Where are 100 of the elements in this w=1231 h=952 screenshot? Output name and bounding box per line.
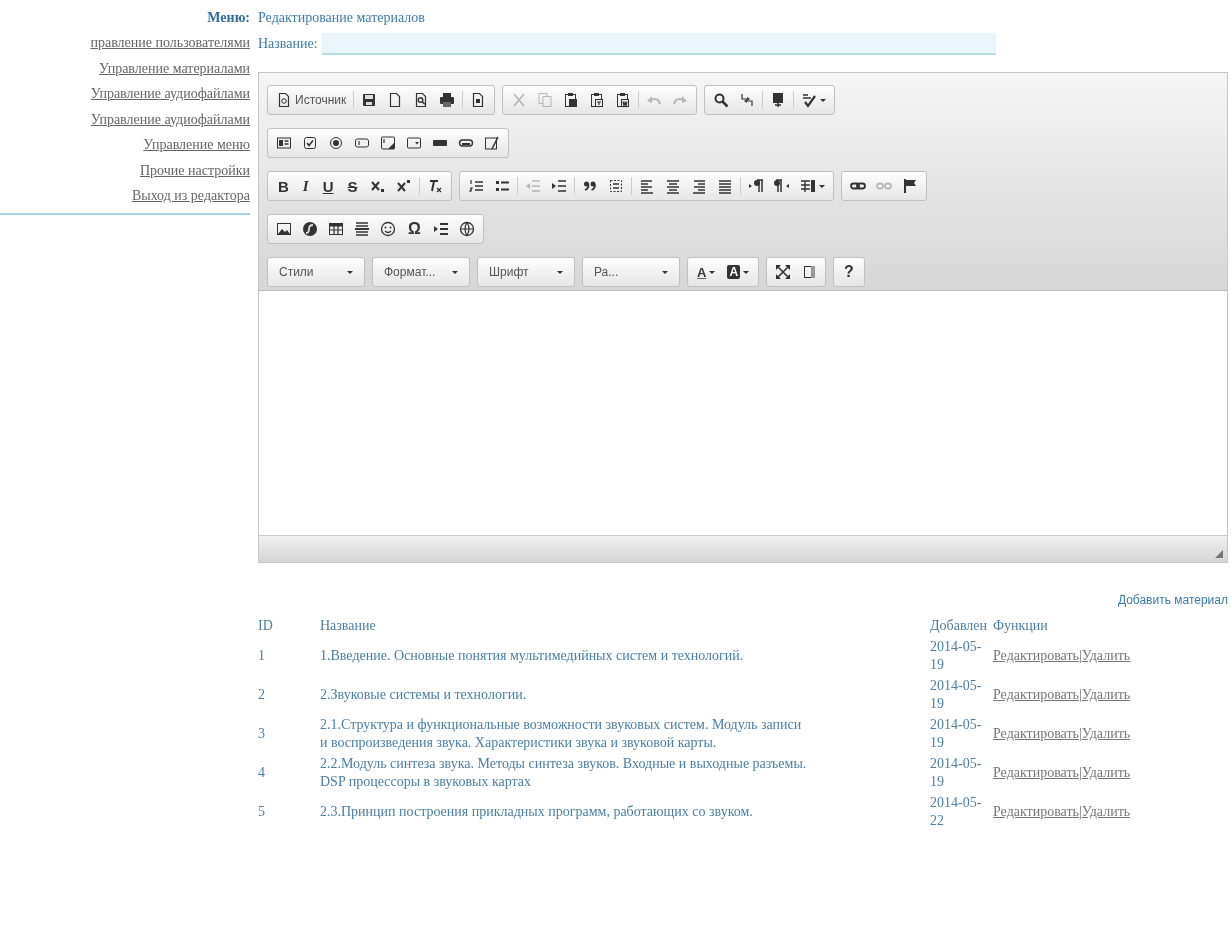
edit-link[interactable]: Редактировать [993,764,1079,782]
caret-icon [662,270,668,274]
text-color-button[interactable]: A [691,261,722,283]
align-center-icon [664,178,681,194]
delete-link[interactable]: Удалить [1081,803,1131,821]
expand-arrows-icon [775,264,792,280]
column-header: ID [258,617,274,635]
caret-icon [743,270,750,274]
bulleted-list-icon [493,178,510,194]
table-cell-text: 4 [258,764,266,782]
toolbar-dropdown[interactable]: Ра... [586,261,676,283]
sidebar-link[interactable]: Управление аудиофайлами [90,106,250,132]
italic-button[interactable]: I [295,175,316,197]
table-cell-text: 1 [258,647,266,665]
numbered-list-icon [467,178,484,194]
table-cell-text: 3 [258,725,266,743]
edit-link[interactable]: Редактировать [993,647,1079,665]
sidebar-link[interactable]: Прочие настройки [140,157,250,183]
table-cell-text: 2.2.Модуль синтеза звука. Методы синтеза звуков. Входные и выходные разъемы. DSP процессоры в звуковых картах [320,755,808,791]
link-separator: | [1079,725,1082,743]
spellcheck-icon [801,92,818,108]
table-icon [328,221,344,237]
edit-link[interactable]: Редактировать [993,725,1079,743]
superscript-icon [395,178,412,194]
clipboard-text-icon [589,92,606,108]
field-label: Название: [258,36,318,52]
globe-icon [458,221,475,237]
toolbar-dropdown[interactable]: Шрифт [481,261,571,283]
column-header: Название [320,617,377,635]
delete-link[interactable]: Удалить [1081,764,1131,782]
radio-button-icon [328,135,344,151]
caret-icon [709,270,716,274]
form-icon [276,135,292,151]
scissors-icon [511,92,528,108]
table-cell-text: 2014-05-22 [930,794,983,830]
caret-icon [818,184,825,188]
link-separator: | [1079,647,1082,665]
toolbar-button[interactable]: Ω [401,218,428,240]
align-left-icon [638,178,655,194]
dropdown-field-icon [406,135,422,151]
link-separator: | [1079,803,1082,821]
table-cell-text: 2.Звуковые системы и технологии. [320,686,528,704]
textarea-icon [380,135,396,151]
table-cell-text: 2 [258,686,266,704]
title-input-field[interactable] [321,33,996,55]
table-cell-text: 2.1.Структура и функциональные возможности звуковых систем. Модуль записи и воспроизведения звука. Характеристики звука и звуковой карты. [320,716,803,752]
column-header: Добавлен [930,617,988,635]
align-right-icon [690,178,707,194]
sidebar-link[interactable]: Управление меню [143,132,250,158]
printer-icon [439,92,456,108]
delete-link[interactable]: Удалить [1081,725,1131,743]
link-separator: | [1079,686,1082,704]
checkbox-icon [302,135,318,151]
toolbar-button[interactable]: ? [837,261,861,283]
document-icon [276,92,292,108]
toolbar-dropdown[interactable]: Формат... [376,261,466,283]
background-color-button[interactable]: A [721,261,756,283]
table-cell-text: 1.Введение. Основные понятия мультимедийных систем и технологий. [320,647,745,665]
outdent-icon [524,178,541,194]
caret-icon [820,98,827,102]
show-blocks-icon [801,264,818,280]
sidebar-link[interactable]: Выход из редактора [131,183,250,209]
caret-icon [557,270,563,274]
sidebar-link[interactable]: правление пользователями [90,30,250,56]
column-header: Функции [993,617,1049,635]
text-field-icon [354,135,370,151]
table-cell-text: 5 [258,803,266,821]
underline-button[interactable]: U [315,175,341,197]
swap-arrows-icon [739,92,756,108]
table-cell-text: 2014-05-19 [930,716,983,752]
strikethrough-button[interactable]: S [340,175,365,197]
toolbar-dropdown[interactable]: Стили [271,261,361,283]
caret-icon [347,270,353,274]
table-cell-text: 2014-05-19 [930,755,983,791]
add-material-link[interactable]: Добавить материал [1117,593,1228,607]
delete-link[interactable]: Удалить [1081,647,1131,665]
resize-grip-icon[interactable] [1215,550,1223,558]
justify-icon [716,178,733,194]
sidebar-link[interactable]: Управление материалами [98,55,250,81]
table-cell-text: 2014-05-19 [930,677,983,713]
horizontal-rule-icon [354,221,370,237]
edit-link[interactable]: Редактировать [993,686,1079,704]
indent-icon [550,178,567,194]
smiley-icon [380,221,396,237]
delete-link[interactable]: Удалить [1081,686,1131,704]
pilcrow-right-icon [747,178,764,194]
flash-circle-icon [302,221,318,237]
page-break-icon [432,221,449,237]
page-title: Редактирование материалов [258,10,426,27]
edit-link[interactable]: Редактировать [993,803,1079,821]
flag-icon [901,178,918,194]
block-outline-icon [607,178,624,194]
source-button[interactable]: Источник [271,89,352,111]
pilcrow-left-icon [773,178,790,194]
image-icon [276,221,292,237]
caret-icon [452,270,458,274]
clipboard-word-icon [615,92,632,108]
bold-button[interactable]: B [271,175,296,197]
link-separator: | [1079,764,1082,782]
sidebar-link[interactable]: Управление аудиофайлами [90,81,250,107]
